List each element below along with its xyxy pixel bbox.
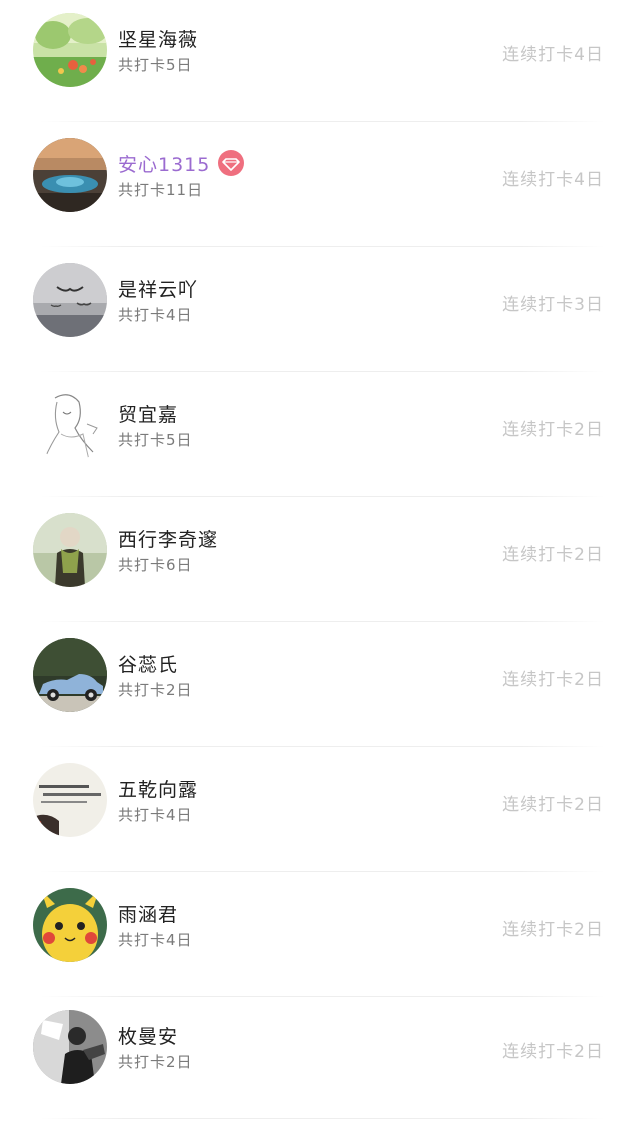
streak-checkin-days: 连续打卡2日 — [502, 545, 604, 565]
list-item[interactable]: 是祥云吖 共打卡4日 连续打卡3日 — [0, 250, 640, 375]
diamond-icon — [218, 150, 245, 176]
total-checkin-days: 共打卡4日 — [118, 306, 193, 324]
pikachu-avatar[interactable] — [33, 888, 107, 962]
username: 贸宜嘉 — [118, 403, 179, 426]
garden-flowers-avatar[interactable] — [33, 13, 107, 87]
total-checkin-days: 共打卡2日 — [118, 681, 193, 699]
total-checkin-days: 共打卡2日 — [118, 1053, 193, 1071]
divider — [40, 1118, 605, 1119]
list-item[interactable]: 坚星海薇 共打卡5日 连续打卡4日 — [0, 0, 640, 125]
total-checkin-days: 共打卡4日 — [118, 806, 193, 824]
total-checkin-days: 共打卡4日 — [118, 931, 193, 949]
streak-checkin-days: 连续打卡4日 — [502, 45, 604, 65]
streak-checkin-days: 连续打卡2日 — [502, 420, 604, 440]
person-scarf-avatar[interactable] — [33, 513, 107, 587]
username: 是祥云吖 — [118, 278, 199, 301]
divider — [40, 371, 605, 372]
text-quote-avatar[interactable] — [33, 763, 107, 837]
lake-sunset-avatar[interactable] — [33, 138, 107, 212]
list-item[interactable]: 安心1315 共打卡11日 连续打卡4日 — [0, 125, 640, 250]
list-item[interactable]: 贸宜嘉 共打卡5日 连续打卡2日 — [0, 375, 640, 500]
username: 安心1315 — [118, 153, 211, 176]
list-item[interactable]: 雨涵君 共打卡4日 连续打卡2日 — [0, 875, 640, 1000]
streak-checkin-days: 连续打卡4日 — [502, 170, 604, 190]
birds-sky-avatar[interactable] — [33, 263, 107, 337]
streak-checkin-days: 连续打卡2日 — [502, 1042, 604, 1062]
bw-photo-avatar[interactable] — [33, 1010, 107, 1084]
divider — [40, 246, 605, 247]
divider — [40, 746, 605, 747]
divider — [40, 496, 605, 497]
divider — [40, 621, 605, 622]
total-checkin-days: 共打卡11日 — [118, 181, 204, 199]
divider — [40, 996, 605, 997]
list-item[interactable]: 五乾向露 共打卡4日 连续打卡2日 — [0, 750, 640, 875]
list-item[interactable]: 谷蕊氏 共打卡2日 连续打卡2日 — [0, 625, 640, 750]
username: 西行李奇邃 — [118, 528, 219, 551]
total-checkin-days: 共打卡6日 — [118, 556, 193, 574]
list-item[interactable]: 枚曼安 共打卡2日 连续打卡2日 — [0, 1000, 640, 1125]
streak-checkin-days: 连续打卡2日 — [502, 795, 604, 815]
username: 谷蕊氏 — [118, 653, 179, 676]
username: 雨涵君 — [118, 903, 179, 926]
streak-checkin-days: 连续打卡2日 — [502, 920, 604, 940]
divider — [40, 121, 605, 122]
divider — [40, 871, 605, 872]
streak-checkin-days: 连续打卡2日 — [502, 670, 604, 690]
checkin-ranking-list: 坚星海薇 共打卡5日 连续打卡4日 安心1315 共打卡11日 连续打卡4日 是… — [0, 0, 640, 1121]
total-checkin-days: 共打卡5日 — [118, 431, 193, 449]
username: 五乾向露 — [118, 778, 199, 801]
sketch-girl-avatar[interactable] — [33, 388, 107, 462]
vintage-car-avatar[interactable] — [33, 638, 107, 712]
username: 枚曼安 — [118, 1025, 179, 1048]
list-item[interactable]: 西行李奇邃 共打卡6日 连续打卡2日 — [0, 500, 640, 625]
total-checkin-days: 共打卡5日 — [118, 56, 193, 74]
username: 坚星海薇 — [118, 28, 199, 51]
streak-checkin-days: 连续打卡3日 — [502, 295, 604, 315]
